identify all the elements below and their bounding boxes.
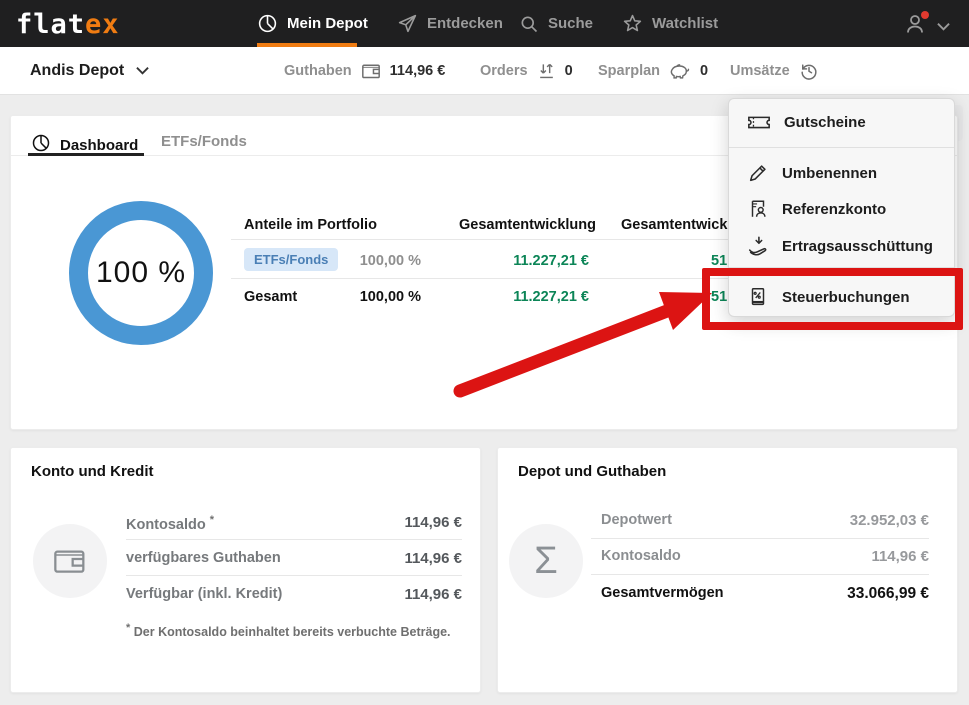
depot-name: Andis Depot xyxy=(30,62,124,80)
pie-chart-icon xyxy=(257,13,278,34)
history-icon xyxy=(799,61,819,81)
nav-item-suche[interactable]: Suche xyxy=(519,0,593,47)
logo-ex: ex xyxy=(85,9,120,40)
chevron-down-icon xyxy=(136,62,149,80)
row-label: Kontosaldo * xyxy=(126,514,214,533)
tab-label: ETFs/Fonds xyxy=(161,133,247,150)
logo-flat: flat xyxy=(16,9,85,40)
row-value: 114,96 € xyxy=(779,548,929,565)
stat-value: 0 xyxy=(700,63,708,79)
card-footnote: * Der Kontosaldo beinhaltet bereits verb… xyxy=(126,622,451,639)
menu-item-label: Referenzkonto xyxy=(782,201,886,218)
sigma-icon: Σ xyxy=(509,524,583,598)
row-value: 114,96 € xyxy=(312,514,462,531)
etfs-fonds-chip[interactable]: ETFs/Fonds xyxy=(244,248,338,271)
nav-label: Watchlist xyxy=(652,15,718,32)
hand-receive-icon xyxy=(747,235,769,257)
row-label: Gesamtvermögen xyxy=(601,585,724,601)
notification-dot xyxy=(921,11,929,19)
table-header-anteile: Anteile im Portfolio xyxy=(244,217,377,233)
card-title: Depot und Guthaben xyxy=(518,463,666,480)
row-value: 33.066,99 € xyxy=(779,585,929,603)
menu-item-label: Ertragsausschüttung xyxy=(782,238,933,255)
search-icon xyxy=(519,14,539,34)
stat-umsaetze[interactable]: Umsätze xyxy=(730,47,819,95)
row-value: 32.952,03 € xyxy=(779,512,929,529)
highlight-box-steuerbuchungen xyxy=(702,268,963,330)
row-divider xyxy=(126,575,462,576)
table-header-gesamtentwicklung-pct: Gesamtentwicklung xyxy=(621,217,729,233)
development-value: 11.227,21 € xyxy=(489,289,589,305)
menu-item-umbenennen[interactable]: Umbenennen xyxy=(729,155,954,191)
donut-value: 100 % xyxy=(96,256,186,290)
stat-sparplan[interactable]: Sparplan 0 xyxy=(598,47,708,95)
transfer-arrows-icon xyxy=(537,62,556,81)
flatex-app: flatex Mein Depot Entdecken Suche Watchl xyxy=(0,0,969,705)
star-icon xyxy=(622,13,643,34)
nav-label: Suche xyxy=(548,15,593,32)
nav-item-mein-depot[interactable]: Mein Depot xyxy=(257,0,368,47)
nav-item-entdecken[interactable]: Entdecken xyxy=(397,0,503,47)
menu-item-referenzkonto[interactable]: Referenzkonto xyxy=(729,191,954,227)
row-label: Verfügbar (inkl. Kredit) xyxy=(126,586,282,602)
person-icon xyxy=(903,12,927,41)
menu-divider xyxy=(729,147,954,148)
depot-toolbar: Andis Depot Guthaben 114,96 € Orders 0 S… xyxy=(0,47,969,95)
active-tab-underline xyxy=(28,153,144,156)
wallet-icon xyxy=(33,524,107,598)
depot-selector[interactable]: Andis Depot xyxy=(30,47,149,95)
pencil-icon xyxy=(747,162,769,184)
top-navigation-bar: flatex Mein Depot Entdecken Suche Watchl xyxy=(0,0,969,47)
stat-label: Sparplan xyxy=(598,63,660,79)
menu-item-label: Gutscheine xyxy=(784,114,866,131)
document-person-icon xyxy=(747,198,769,220)
asterisk-marker: * xyxy=(210,514,214,526)
paper-plane-icon xyxy=(397,13,418,34)
stat-label: Orders xyxy=(480,63,528,79)
nav-item-watchlist[interactable]: Watchlist xyxy=(622,0,718,47)
ticket-icon xyxy=(747,112,771,132)
menu-item-label: Umbenennen xyxy=(782,165,877,182)
stat-label: Umsätze xyxy=(730,63,790,79)
row-divider xyxy=(591,538,929,539)
stat-value: 0 xyxy=(565,63,573,79)
development-value: 11.227,21 € xyxy=(489,253,589,269)
tab-label: Dashboard xyxy=(60,137,138,154)
share-value: 100,00 % xyxy=(341,289,421,305)
table-header-gesamtentwicklung: Gesamtentwicklung xyxy=(459,217,589,233)
row-divider xyxy=(126,539,462,540)
row-label: verfügbares Guthaben xyxy=(126,550,281,566)
stat-guthaben[interactable]: Guthaben 114,96 € xyxy=(284,47,445,95)
stat-label: Guthaben xyxy=(284,63,352,79)
stat-value: 114,96 € xyxy=(390,63,446,79)
stat-orders[interactable]: Orders 0 xyxy=(480,47,573,95)
row-value: 114,96 € xyxy=(312,586,462,603)
row-value: 114,96 € xyxy=(312,550,462,567)
row-label: Depotwert xyxy=(601,512,672,528)
row-name: Gesamt xyxy=(244,289,297,305)
piggy-bank-icon xyxy=(669,62,691,81)
profile-menu[interactable] xyxy=(903,12,950,41)
share-value: 100,00 % xyxy=(341,253,421,269)
nav-label: Mein Depot xyxy=(287,15,368,32)
chevron-down-icon xyxy=(937,18,950,36)
portfolio-donut-chart: 100 % xyxy=(69,201,213,345)
konto-und-kredit-card: Konto und Kredit Kontosaldo * 114,96 € v… xyxy=(10,447,481,693)
wallet-icon xyxy=(361,62,381,80)
row-label: Kontosaldo xyxy=(601,548,681,564)
depot-und-guthaben-card: Depot und Guthaben Σ Depotwert 32.952,03… xyxy=(497,447,958,693)
card-title: Konto und Kredit xyxy=(31,463,153,480)
flatex-logo[interactable]: flatex xyxy=(16,9,120,40)
tab-etfs-fonds[interactable]: ETFs/Fonds xyxy=(161,133,247,150)
nav-label: Entdecken xyxy=(427,15,503,32)
menu-item-gutscheine[interactable]: Gutscheine xyxy=(729,104,954,140)
row-divider xyxy=(591,574,929,575)
menu-item-ertragsausschuettung[interactable]: Ertragsausschüttung xyxy=(729,228,954,264)
